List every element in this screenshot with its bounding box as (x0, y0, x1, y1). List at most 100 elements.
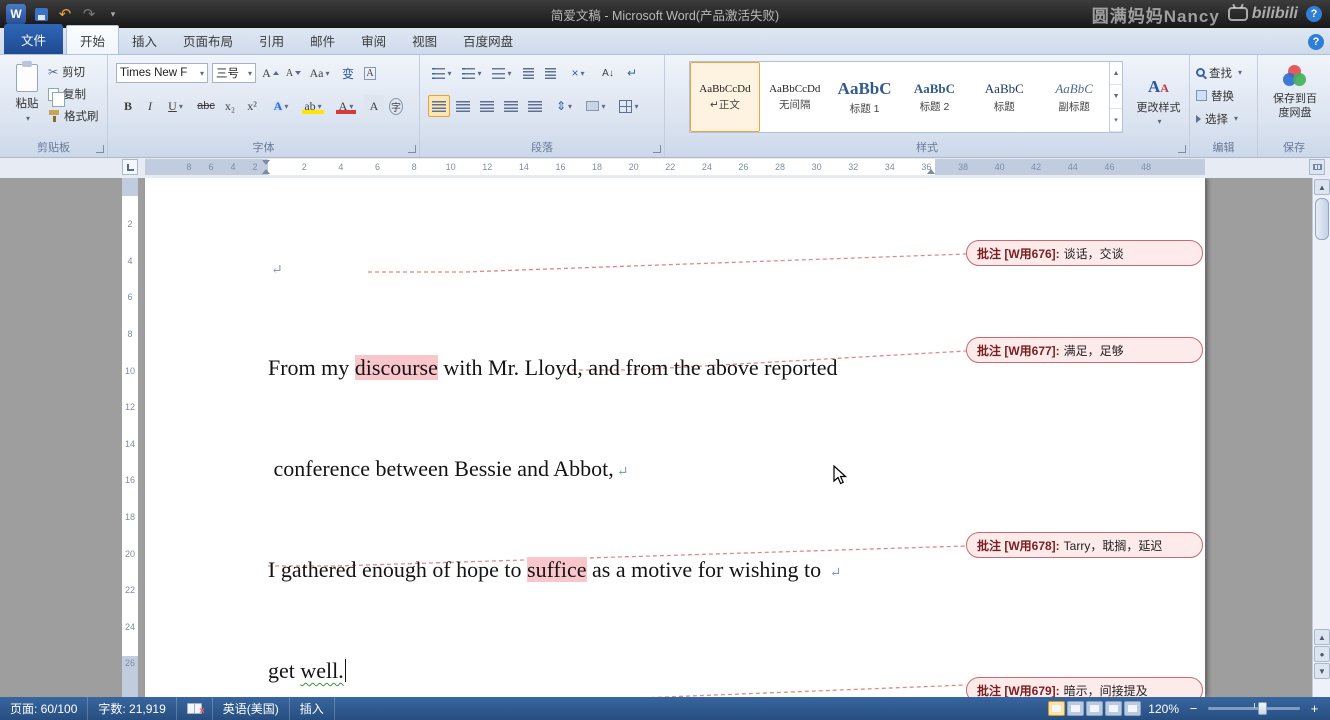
zoom-in-button[interactable]: + (1307, 701, 1322, 716)
redo-icon[interactable]: ↷ (80, 5, 98, 23)
line-spacing-dropdown-icon[interactable]: ▾ (568, 102, 572, 111)
font-name-dropdown-icon[interactable]: ▾ (200, 69, 204, 78)
word-logo-icon[interactable]: W (6, 4, 26, 24)
enclose-characters-button[interactable]: 字 (386, 95, 406, 117)
paste-button[interactable]: 粘贴 ▾ (6, 61, 48, 139)
comment-balloon[interactable]: 批注 [W用678]: Tarry，耽搁，延迟 (966, 532, 1203, 558)
cut-button[interactable]: ✂ 剪切 (48, 63, 85, 81)
zoom-slider-thumb[interactable] (1257, 702, 1267, 715)
styles-dialog-launcher-icon[interactable] (1178, 145, 1186, 153)
print-layout-view-button[interactable] (1048, 701, 1066, 716)
phonetic-guide-button[interactable]: 变 (338, 62, 358, 84)
change-styles-dropdown-icon[interactable]: ▾ (1157, 117, 1161, 126)
vertical-ruler[interactable]: 2 4 6 8 10 12 14 16 18 20 22 24 26 (122, 178, 138, 697)
word-count[interactable]: 字数: 21,919 (88, 697, 177, 720)
font-name-combo[interactable]: Times New F ▾ (116, 63, 208, 83)
web-layout-view-button[interactable] (1086, 701, 1104, 716)
style-heading-2[interactable]: AaBbC 标题 2 (900, 62, 970, 132)
show-hide-marks-button[interactable]: ↵ (622, 62, 642, 84)
multilevel-dropdown-icon[interactable]: ▾ (507, 69, 511, 78)
save-to-netdisk-button[interactable]: 保存到百度网盘 (1266, 61, 1324, 141)
font-color-button[interactable]: A ▾ (332, 95, 360, 117)
style-normal[interactable]: AaBbCcDd ↵正文 (690, 62, 760, 132)
tab-view[interactable]: 视图 (399, 26, 450, 54)
bullets-dropdown-icon[interactable]: ▾ (447, 69, 451, 78)
align-right-button[interactable] (500, 95, 522, 117)
comment-balloon[interactable]: 批注 [W用676]: 谈话，交谈 (966, 240, 1203, 266)
shading-button[interactable]: ▾ (582, 95, 610, 117)
style-no-spacing[interactable]: AaBbCcDd 无间隔 (760, 62, 830, 132)
borders-button[interactable]: ▾ (614, 95, 644, 117)
paragraph-dialog-launcher-icon[interactable] (653, 145, 661, 153)
bold-button[interactable]: B (118, 95, 138, 117)
zoom-slider[interactable] (1208, 702, 1300, 715)
italic-button[interactable]: I (140, 95, 160, 117)
font-size-combo[interactable]: 三号 ▾ (212, 63, 256, 83)
tab-file[interactable]: 文件 (4, 24, 64, 54)
text-effects-dropdown-icon[interactable]: ▾ (284, 102, 288, 111)
undo-icon[interactable]: ↶ (56, 5, 74, 23)
tab-home[interactable]: 开始 (66, 25, 120, 54)
highlighted-word[interactable]: suffice (527, 557, 587, 582)
underline-dropdown-icon[interactable]: ▾ (179, 102, 183, 111)
line-spacing-button[interactable]: ⇕ ▾ (550, 95, 578, 117)
strikethrough-button[interactable]: abc (194, 95, 218, 117)
highlighted-word[interactable]: discourse (354, 355, 438, 380)
document-text[interactable]: ↵ From my discourse with Mr. Lloyd, and … (268, 190, 968, 697)
change-case-button[interactable]: Aa ▾ (306, 62, 333, 84)
grow-font-button[interactable]: A (260, 62, 281, 84)
comment-balloon[interactable]: 批注 [W用679]: 暗示，间接提及 (966, 677, 1203, 697)
proofing-status[interactable]: × (177, 697, 213, 720)
justify-button[interactable] (428, 95, 450, 117)
document-page[interactable]: ↵ From my discourse with Mr. Lloyd, and … (145, 178, 1205, 697)
zoom-out-button[interactable]: − (1186, 701, 1201, 716)
tab-stop-selector[interactable] (122, 159, 138, 175)
character-shading-button[interactable]: A (364, 95, 384, 117)
gallery-scroll-up-icon[interactable]: ▲ (1110, 62, 1123, 86)
draft-view-button[interactable] (1124, 701, 1142, 716)
sort-button[interactable]: A↓ (596, 62, 620, 84)
font-size-dropdown-icon[interactable]: ▾ (248, 69, 252, 78)
comment-balloon[interactable]: 批注 [W用677]: 满足，足够 (966, 337, 1203, 363)
character-border-button[interactable]: A (360, 62, 380, 84)
right-indent-marker[interactable] (927, 169, 935, 174)
bullets-button[interactable]: ▾ (428, 62, 456, 84)
language-indicator[interactable]: 英语(美国) (213, 697, 290, 720)
tab-page-layout[interactable]: 页面布局 (170, 26, 246, 54)
style-subtitle[interactable]: AaBbC 副标题 (1039, 62, 1109, 132)
qat-customize-dropdown-icon[interactable]: ▾ (104, 5, 122, 23)
save-icon[interactable] (32, 5, 50, 23)
vertical-scrollbar[interactable]: ▲ ▲ ● ▼ (1312, 178, 1330, 697)
asian-layout-button[interactable]: × ▾ (564, 62, 592, 84)
find-dropdown-icon[interactable]: ▾ (1238, 68, 1242, 77)
ribbon-help-icon[interactable]: ? (1308, 34, 1324, 50)
fullscreen-view-button[interactable] (1067, 701, 1085, 716)
align-left-button[interactable] (452, 95, 474, 117)
format-painter-button[interactable]: 格式刷 (48, 107, 99, 125)
first-line-indent-marker[interactable] (262, 160, 270, 165)
change-case-dropdown-icon[interactable]: ▾ (325, 69, 329, 78)
underline-button[interactable]: U ▾ (162, 95, 189, 117)
find-button[interactable]: 查找 ▾ (1196, 63, 1242, 82)
distribute-button[interactable] (524, 95, 546, 117)
increase-indent-button[interactable] (540, 62, 560, 84)
change-styles-button[interactable]: AA 更改样式 ▾ (1131, 61, 1186, 141)
asian-layout-dropdown-icon[interactable]: ▾ (581, 69, 585, 78)
shading-dropdown-icon[interactable]: ▾ (601, 102, 605, 111)
scroll-up-button[interactable]: ▲ (1314, 179, 1330, 195)
ruler-toggle-button[interactable] (1309, 159, 1325, 175)
tab-references[interactable]: 引用 (246, 26, 297, 54)
borders-dropdown-icon[interactable]: ▾ (634, 102, 638, 111)
select-button[interactable]: 选择 ▾ (1196, 109, 1238, 128)
align-center-button[interactable] (476, 95, 498, 117)
shrink-font-button[interactable]: A (283, 62, 304, 84)
tab-baidu-netdisk[interactable]: 百度网盘 (450, 26, 526, 54)
select-dropdown-icon[interactable]: ▾ (1234, 114, 1238, 123)
style-title[interactable]: AaBbC 标题 (969, 62, 1039, 132)
copy-button[interactable]: 复制 (48, 85, 86, 107)
replace-button[interactable]: 替换 (1196, 86, 1234, 105)
text-effects-button[interactable]: A ▾ (268, 95, 294, 117)
select-browse-object-button[interactable]: ● (1314, 646, 1330, 662)
outline-view-button[interactable] (1105, 701, 1123, 716)
tab-review[interactable]: 审阅 (348, 26, 399, 54)
